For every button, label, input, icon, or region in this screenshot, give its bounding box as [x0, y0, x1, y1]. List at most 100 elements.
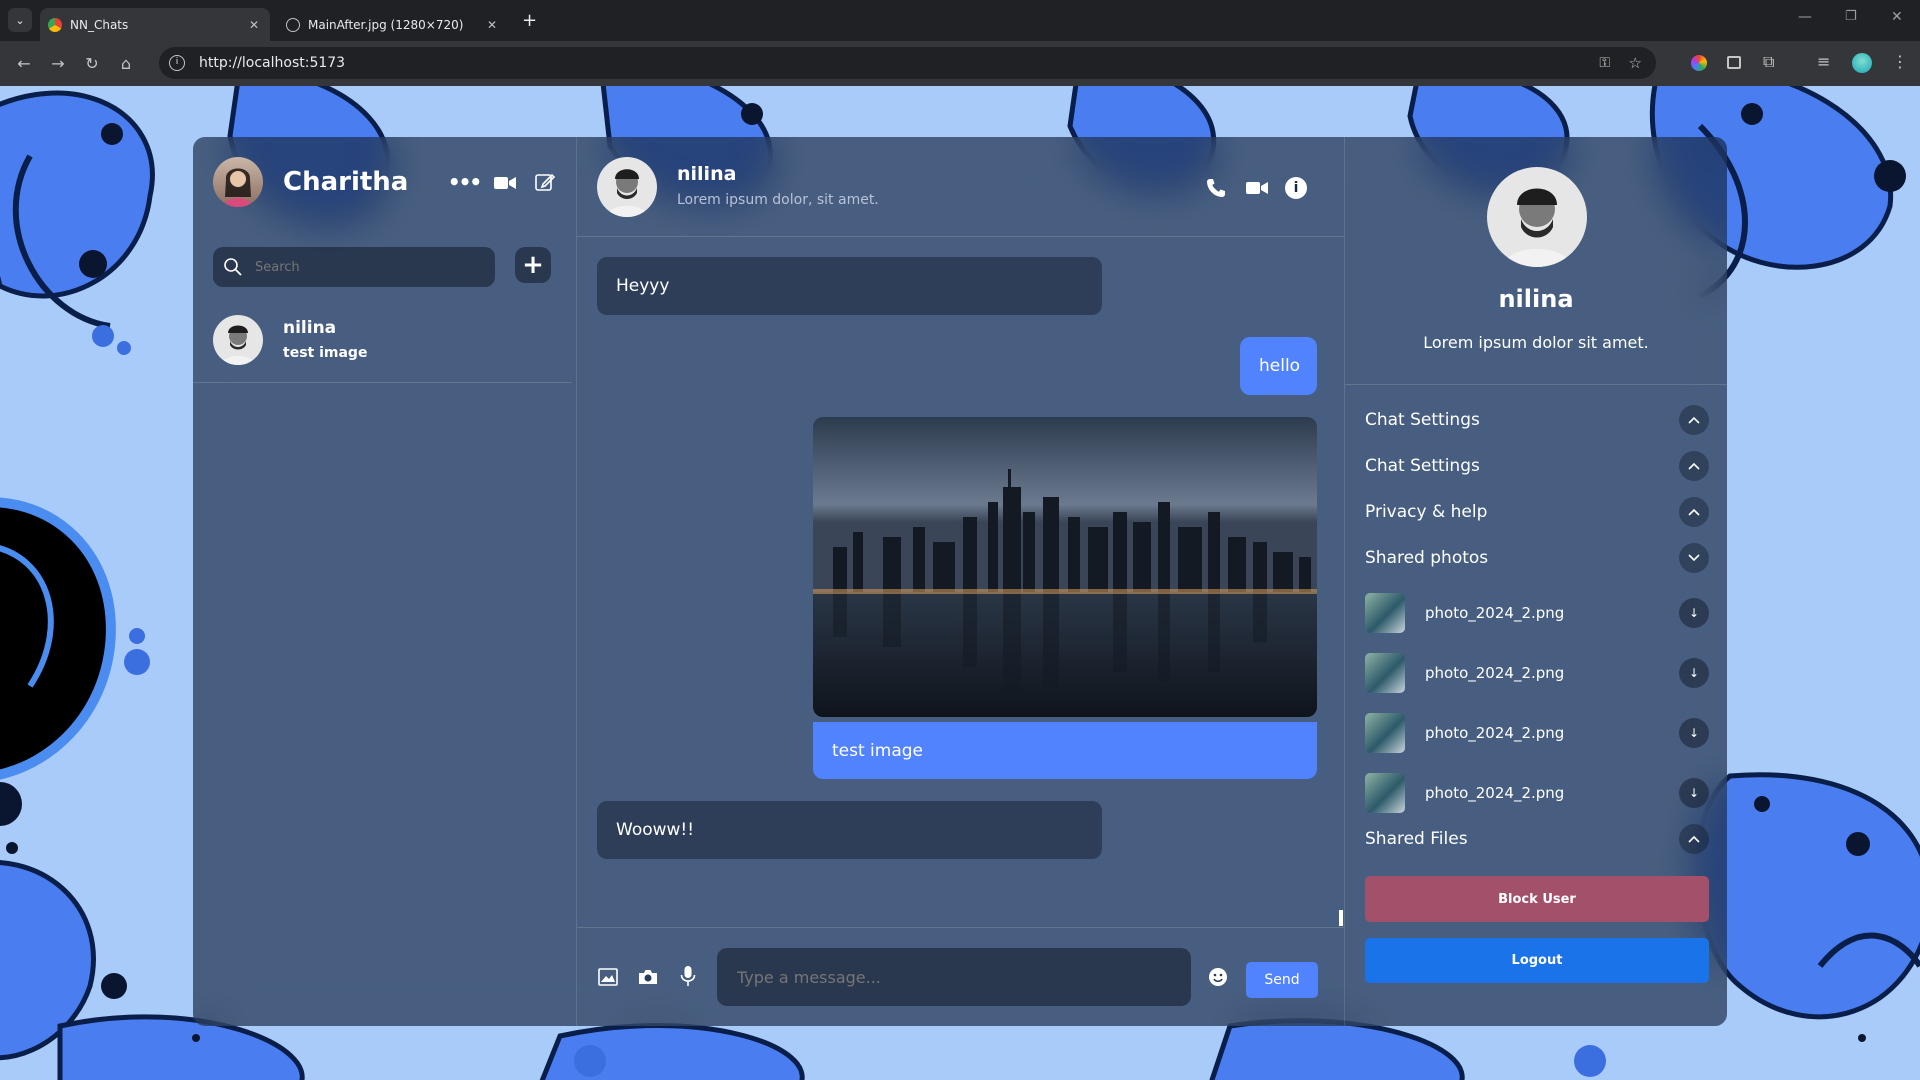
info-icon[interactable]: i	[1285, 177, 1307, 199]
microphone-icon[interactable]	[677, 964, 699, 988]
photo-thumbnail[interactable]	[1365, 773, 1405, 813]
logout-button[interactable]: Logout	[1365, 938, 1709, 983]
contact-name: nilina	[677, 163, 737, 185]
contact-details-panel: nilina Lorem ipsum dolor sit amet. Chat …	[1345, 137, 1727, 1026]
new-tab-button[interactable]: +	[522, 10, 537, 31]
color-extension-icon[interactable]	[1691, 55, 1707, 71]
chat-list-panel: Charitha ••• + nilina test image	[193, 137, 577, 1026]
menu-kebab-icon[interactable]: ⋮	[1892, 52, 1908, 71]
section-chat-settings-2[interactable]: Chat Settings	[1365, 451, 1709, 481]
restore-button[interactable]: ❐	[1845, 9, 1857, 24]
forward-icon[interactable]: →	[46, 52, 70, 76]
address-bar[interactable]: i http://localhost:5173 ⚿ ☆	[159, 47, 1656, 79]
bookmark-star-icon[interactable]: ☆	[1629, 54, 1642, 72]
search-icon	[224, 258, 242, 276]
chevron-up-art	[1688, 835, 1700, 843]
emoji-art	[1209, 968, 1227, 986]
download-icon[interactable]: ↓	[1679, 718, 1709, 748]
photo-thumbnail[interactable]	[1365, 713, 1405, 753]
close-icon[interactable]: ✕	[484, 18, 500, 32]
section-label: Chat Settings	[1365, 456, 1480, 476]
message-image[interactable]	[813, 417, 1317, 717]
tab-search-button[interactable]: ⌄	[8, 8, 32, 32]
shared-photo-item: photo_2024_2.png ↓	[1365, 772, 1709, 814]
phone-call-icon[interactable]	[1205, 177, 1227, 199]
photo-name: photo_2024_2.png	[1425, 724, 1565, 742]
message-text: Wooww!!	[616, 820, 695, 840]
url-text: http://localhost:5173	[199, 55, 346, 71]
user-avatar[interactable]	[213, 157, 263, 207]
edit-compose-icon[interactable]	[534, 171, 556, 193]
section-shared-photos[interactable]: Shared photos	[1365, 543, 1709, 573]
contact-avatar-large	[1487, 167, 1587, 267]
message-text: Heyyy	[616, 276, 670, 296]
image-upload-icon[interactable]	[597, 966, 619, 988]
section-privacy-help[interactable]: Privacy & help	[1365, 497, 1709, 527]
photo-thumbnail[interactable]	[1365, 593, 1405, 633]
video-camera-icon[interactable]	[493, 174, 517, 192]
video-call-art	[1246, 182, 1268, 194]
add-chat-button[interactable]: +	[515, 247, 551, 283]
close-icon[interactable]: ✕	[246, 18, 262, 32]
wallet-icon[interactable]	[1727, 56, 1741, 69]
download-icon[interactable]: ↓	[1679, 598, 1709, 628]
contact-avatar[interactable]	[597, 157, 657, 217]
chat-list-item[interactable]: nilina test image	[193, 307, 572, 383]
message-incoming: Wooww!!	[597, 801, 1102, 859]
contact-avatar	[213, 315, 263, 365]
search-input[interactable]	[255, 259, 475, 275]
photo-name: photo_2024_2.png	[1425, 784, 1565, 802]
message-outgoing: test image	[813, 722, 1317, 779]
send-button[interactable]: Send	[1246, 962, 1318, 998]
tab-nn-chats[interactable]: NN_Chats ✕	[40, 8, 270, 41]
contact-avatar-large-art	[1502, 188, 1572, 267]
message-text: hello	[1259, 356, 1301, 376]
photo-thumbnail[interactable]	[1365, 653, 1405, 693]
search-bar[interactable]	[213, 247, 495, 287]
tab-mainafter[interactable]: MainAfter.jpg (1280×720) ✕	[278, 8, 508, 41]
emoji-icon[interactable]	[1207, 966, 1229, 988]
home-icon[interactable]: ⌂	[114, 52, 138, 76]
chevron-down-art	[1688, 554, 1700, 562]
browser-tab-strip: ⌄ NN_Chats ✕ MainAfter.jpg (1280×720) ✕ …	[0, 0, 1920, 41]
profile-avatar[interactable]	[1852, 53, 1872, 73]
extensions-puzzle-icon[interactable]: ⧉	[1763, 52, 1774, 72]
minimize-button[interactable]: —	[1798, 9, 1812, 25]
section-shared-files[interactable]: Shared Files	[1365, 824, 1709, 854]
download-icon[interactable]: ↓	[1679, 778, 1709, 808]
chevron-up-art	[1688, 416, 1700, 424]
chevron-up-icon[interactable]	[1679, 451, 1709, 481]
reading-list-icon[interactable]: ≡	[1817, 52, 1830, 71]
message-input[interactable]	[737, 967, 1167, 987]
globe-icon	[286, 17, 300, 32]
shared-photo-item: photo_2024_2.png ↓	[1365, 652, 1709, 694]
tab-title: NN_Chats	[70, 17, 129, 32]
section-chat-settings[interactable]: Chat Settings	[1365, 405, 1709, 435]
message-outgoing: hello	[1240, 337, 1317, 395]
site-info-icon[interactable]: i	[169, 55, 185, 71]
chevron-up-icon[interactable]	[1679, 497, 1709, 527]
chevron-up-icon[interactable]	[1679, 405, 1709, 435]
chevron-up-art	[1688, 508, 1700, 516]
block-user-button[interactable]: Block User	[1365, 876, 1709, 922]
chevron-up-icon[interactable]	[1679, 824, 1709, 854]
message-input-wrapper	[717, 948, 1191, 1006]
download-icon[interactable]: ↓	[1679, 658, 1709, 688]
more-options-icon[interactable]: •••	[448, 170, 482, 194]
close-window-button[interactable]: ✕	[1891, 9, 1903, 25]
password-key-icon[interactable]: ⚿	[1599, 55, 1610, 71]
composer: Send	[577, 927, 1344, 1026]
phone-call-art	[1207, 179, 1225, 197]
camera-icon[interactable]	[637, 966, 659, 988]
scrollbar-thumb[interactable]	[1339, 910, 1343, 926]
chevron-up-art	[1688, 462, 1700, 470]
chat-app-window: Charitha ••• + nilina test image nilina	[193, 137, 1727, 1026]
shared-photo-item: photo_2024_2.png ↓	[1365, 592, 1709, 634]
chevron-down-icon[interactable]	[1679, 543, 1709, 573]
reload-icon[interactable]: ↻	[80, 52, 104, 76]
city-skyline-photo	[813, 417, 1317, 717]
conversation-header: nilina Lorem ipsum dolor, sit amet. i	[577, 137, 1344, 237]
back-icon[interactable]: ←	[12, 52, 36, 76]
conversation-panel: nilina Lorem ipsum dolor, sit amet. i He…	[577, 137, 1345, 1026]
video-call-icon[interactable]	[1245, 179, 1269, 197]
